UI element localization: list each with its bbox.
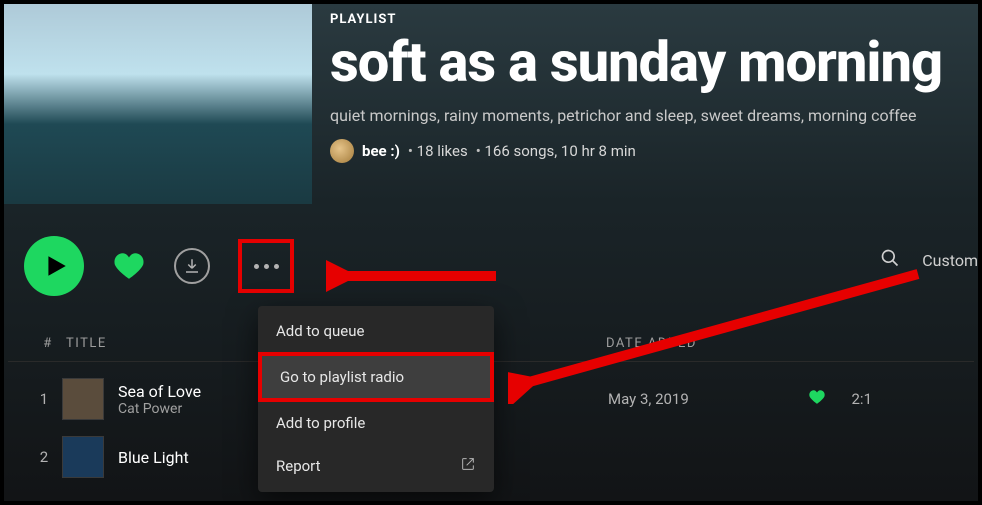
annotation-arrow xyxy=(326,256,506,296)
songs-count: 166 songs, 10 hr 8 min xyxy=(476,142,636,160)
heart-icon xyxy=(112,249,146,283)
track-album-art xyxy=(62,378,104,420)
menu-item-add-to-queue[interactable]: Add to queue xyxy=(258,310,494,352)
owner-name[interactable]: bee :) xyxy=(362,142,400,160)
download-button[interactable] xyxy=(174,248,210,284)
play-button[interactable] xyxy=(24,236,84,296)
playlist-cover-art[interactable] xyxy=(4,4,312,204)
external-link-icon xyxy=(460,456,476,476)
track-number: 2 xyxy=(26,448,62,466)
playlist-title: soft as a sunday morning xyxy=(330,33,978,92)
annotation-arrow xyxy=(508,264,928,404)
menu-item-go-to-playlist-radio[interactable]: Go to playlist radio xyxy=(258,352,494,402)
track-number: 1 xyxy=(26,390,62,408)
content-type-label: PLAYLIST xyxy=(330,12,978,27)
menu-item-report-label: Report xyxy=(276,457,321,475)
dot-icon xyxy=(274,264,279,269)
play-icon xyxy=(43,253,69,279)
menu-item-add-to-profile[interactable]: Add to profile xyxy=(258,402,494,444)
more-options-menu: Add to queue Go to playlist radio Add to… xyxy=(258,306,494,492)
dot-icon xyxy=(254,264,259,269)
download-icon xyxy=(183,257,201,275)
playlist-owner-row: bee :) 18 likes 166 songs, 10 hr 8 min xyxy=(330,139,978,163)
likes-count: 18 likes xyxy=(408,142,468,160)
sort-order-button[interactable]: Custom xyxy=(922,251,978,270)
track-row[interactable]: 2 Blue Light xyxy=(26,428,974,486)
owner-avatar[interactable] xyxy=(330,139,354,163)
menu-item-report[interactable]: Report xyxy=(258,444,494,488)
annotation-highlight-more xyxy=(238,239,294,293)
playlist-description: quiet mornings, rainy moments, petrichor… xyxy=(330,106,978,125)
more-options-button[interactable] xyxy=(244,244,288,288)
dot-icon xyxy=(264,264,269,269)
column-number: # xyxy=(30,336,66,351)
track-album-art xyxy=(62,436,104,478)
like-playlist-button[interactable] xyxy=(112,249,146,283)
